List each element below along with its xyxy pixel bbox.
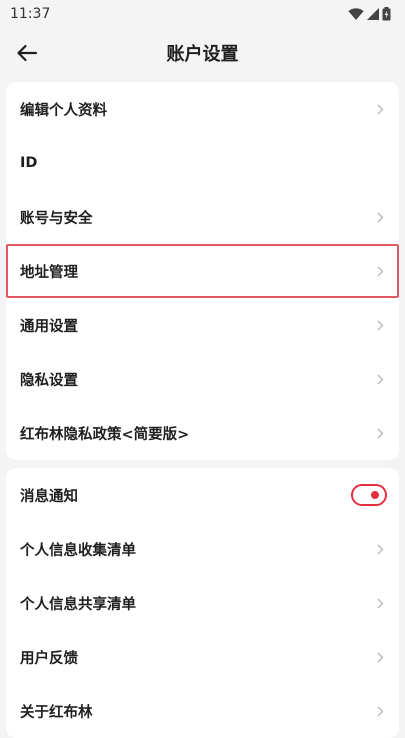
menu-item-info-collection-list[interactable]: 个人信息收集清单 bbox=[6, 522, 399, 576]
menu-item-label: 隐私设置 bbox=[20, 372, 78, 389]
menu-item-label: 账号与安全 bbox=[20, 210, 93, 227]
menu-item-privacy-settings[interactable]: 隐私设置 bbox=[6, 352, 399, 406]
chevron-right-icon bbox=[375, 372, 385, 386]
back-button[interactable] bbox=[12, 38, 42, 68]
wifi-icon bbox=[348, 8, 364, 20]
chevron-right-icon bbox=[375, 210, 385, 224]
menu-item-address-management[interactable]: 地址管理 bbox=[6, 244, 399, 298]
notification-toggle[interactable] bbox=[351, 484, 387, 506]
page-title: 账户设置 bbox=[166, 44, 239, 65]
back-arrow-icon bbox=[17, 44, 38, 62]
chevron-right-icon bbox=[375, 264, 385, 278]
menu-item-user-feedback[interactable]: 用户反馈 bbox=[6, 630, 399, 684]
chevron-right-icon bbox=[375, 704, 385, 718]
menu-item-info-sharing-list[interactable]: 个人信息共享清单 bbox=[6, 576, 399, 630]
chevron-right-icon bbox=[375, 650, 385, 664]
status-icons bbox=[348, 7, 391, 21]
menu-item-label: 用户反馈 bbox=[20, 650, 78, 667]
menu-item-id[interactable]: ID bbox=[6, 136, 399, 190]
signal-icon bbox=[367, 8, 379, 20]
menu-item-label: 通用设置 bbox=[20, 318, 78, 335]
menu-item-about[interactable]: 关于红布林 bbox=[6, 684, 399, 738]
header: 账户设置 bbox=[0, 28, 405, 78]
menu-item-account-security[interactable]: 账号与安全 bbox=[6, 190, 399, 244]
menu-item-label: 地址管理 bbox=[20, 264, 78, 281]
menu-item-general-settings[interactable]: 通用设置 bbox=[6, 298, 399, 352]
chevron-right-icon bbox=[375, 318, 385, 332]
settings-group-2: 消息通知 个人信息收集清单 个人信息共享清单 用户反馈 关于红布林 bbox=[6, 468, 399, 738]
menu-item-privacy-policy[interactable]: 红布林隐私政策<简要版> bbox=[6, 406, 399, 460]
menu-item-label: 个人信息收集清单 bbox=[20, 542, 136, 559]
chevron-right-icon bbox=[375, 426, 385, 440]
toggle-knob bbox=[371, 491, 379, 499]
menu-item-label: 消息通知 bbox=[20, 488, 78, 505]
menu-item-label: ID bbox=[20, 155, 38, 171]
menu-item-edit-profile[interactable]: 编辑个人资料 bbox=[6, 82, 399, 136]
menu-item-label: 红布林隐私政策<简要版> bbox=[20, 426, 190, 443]
chevron-right-icon bbox=[375, 102, 385, 116]
chevron-right-icon bbox=[375, 542, 385, 556]
menu-item-notifications: 消息通知 bbox=[6, 468, 399, 522]
status-time: 11:37 bbox=[10, 6, 51, 22]
status-bar: 11:37 bbox=[0, 0, 405, 28]
battery-icon bbox=[382, 7, 391, 21]
menu-item-label: 编辑个人资料 bbox=[20, 102, 107, 119]
chevron-right-icon bbox=[375, 596, 385, 610]
settings-group-1: 编辑个人资料 ID 账号与安全 地址管理 通用设置 隐私设置 红布林隐私政策<简… bbox=[6, 82, 399, 460]
menu-item-label: 关于红布林 bbox=[20, 704, 93, 721]
menu-item-label: 个人信息共享清单 bbox=[20, 596, 136, 613]
